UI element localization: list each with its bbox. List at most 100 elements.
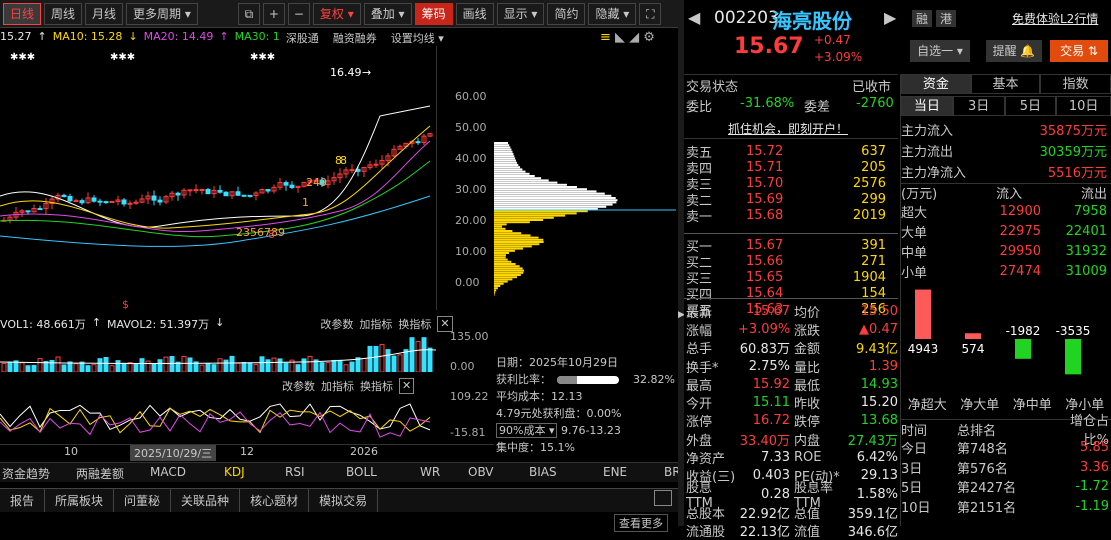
indicator-tab-0[interactable]: 资金趋势	[2, 465, 50, 482]
period-3d[interactable]: 3日	[952, 96, 1005, 116]
chip-bar	[494, 148, 512, 151]
net-flow-value: 4943	[908, 342, 939, 356]
bottom-tab-0[interactable]: 报告	[0, 489, 46, 512]
chip-bar	[494, 243, 540, 246]
vol-add-indicator[interactable]: 加指标	[359, 316, 392, 332]
kdj-add-indicator[interactable]: 加指标	[321, 378, 354, 394]
indicator-tab-9[interactable]: ENE	[603, 465, 627, 479]
quote-table: 最新 15.67 均价 15.50 涨幅 +3.09% 涨跌 ▲0.47 总手 60.83万 金额 9…	[686, 302, 898, 540]
indicator-tab-5[interactable]: BOLL	[346, 465, 377, 479]
zoom-out-icon[interactable]: −	[287, 2, 310, 25]
volume-bar	[409, 337, 415, 372]
hide-dropdown[interactable]: 隐藏 ▾	[588, 2, 637, 25]
link-set-ma[interactable]: 设置均线 ▾	[391, 30, 444, 46]
chips-button[interactable]: 筹码	[414, 2, 453, 25]
bottom-tab-4[interactable]: 核心题材	[240, 489, 310, 512]
candle	[103, 201, 109, 204]
chip-bar	[494, 278, 513, 281]
period-weekly[interactable]: 周线	[44, 2, 83, 25]
chart-tools-icons[interactable]: ≡ ◣ ◢ ⚙	[600, 30, 655, 45]
simple-button[interactable]: 简约	[547, 2, 586, 25]
kline-chart[interactable]: ✱✱✱ ✱✱✱ ✱✱✱ 16.49 → $ 88249123567898	[0, 46, 436, 310]
fullscreen-icon[interactable]: ⛶	[639, 2, 662, 25]
tab-index[interactable]: 指数	[1040, 74, 1111, 94]
cost-select[interactable]: 90%成本 ▾	[496, 423, 558, 438]
close-icon[interactable]: ✕	[399, 378, 415, 394]
kdj-switch-indicator[interactable]: 换指标	[360, 378, 393, 394]
volume-bar	[385, 349, 391, 372]
zoom-in-icon[interactable]: +	[262, 2, 285, 25]
volume-bar	[103, 356, 109, 372]
volume-bar	[379, 344, 385, 372]
tab-fund[interactable]: 资金	[901, 74, 971, 94]
period-10d[interactable]: 10日	[1056, 96, 1111, 116]
chip-bar	[494, 265, 520, 268]
weicha-value: -2760	[856, 96, 894, 111]
chip-bar	[494, 150, 513, 153]
indicator-tab-2[interactable]: MACD	[150, 465, 186, 479]
overlay-dropdown[interactable]: 叠加 ▾	[363, 2, 412, 25]
cost-range: 9.76-13.23	[560, 424, 621, 437]
volume-bar	[415, 340, 421, 372]
chip-date: 日期：2025年10月29日	[496, 356, 618, 369]
indicator-tab-7[interactable]: OBV	[468, 465, 494, 479]
maximize-icon[interactable]	[654, 490, 672, 506]
kdj-chart	[0, 403, 431, 438]
link-margin[interactable]: 融资融券	[333, 30, 377, 46]
bottom-tab-3[interactable]: 关联品种	[171, 489, 241, 512]
candle	[199, 189, 205, 192]
candle	[415, 141, 421, 144]
indicator-tab-1[interactable]: 两融差额	[76, 465, 124, 482]
volume-bar	[25, 365, 31, 372]
period-more-dropdown[interactable]: 更多周期 ▾	[126, 2, 198, 25]
chip-bar	[494, 153, 514, 155]
link-hk-connect[interactable]: 深股通	[286, 30, 319, 46]
copy-icon[interactable]: ⧉	[237, 2, 260, 25]
period-monthly[interactable]: 月线	[85, 2, 124, 25]
price-axis-tick: 60.00	[455, 90, 487, 103]
rank-header: 时间 总排名 增仓占比%	[901, 414, 1109, 448]
open-account-link[interactable]: 抓住机会，即刻开户！	[728, 120, 848, 137]
bottom-tab-5[interactable]: 模拟交易	[309, 489, 379, 512]
chip-bar	[494, 267, 523, 270]
chip-bar	[494, 168, 523, 171]
volume-bar	[97, 358, 103, 372]
date-axis: 10 2025/10/29/三 12 2026	[0, 444, 494, 461]
view-more-link[interactable]: 查看更多	[614, 514, 668, 532]
chip-bar	[494, 252, 510, 254]
next-stock-icon[interactable]: ▶	[884, 8, 896, 27]
vol-switch-indicator[interactable]: 换指标	[398, 316, 431, 332]
volume-bar	[343, 364, 349, 372]
indicator-tab-3[interactable]: KDJ	[224, 465, 245, 479]
period-today[interactable]: 当日	[901, 96, 953, 116]
bottom-tab-2[interactable]: 问董秘	[114, 489, 172, 512]
price-axis-tick: 40.00	[455, 152, 487, 165]
bottom-tabs: 报告 所属板块 问董秘 关联品种 核心题材 模拟交易	[0, 488, 678, 512]
indicator-tab-6[interactable]: WR	[420, 465, 440, 479]
trade-button[interactable]: 交易 ⇅	[1050, 40, 1108, 62]
display-dropdown[interactable]: 显示 ▾	[496, 2, 545, 25]
mavol-value: MAVOL2: 51.397万	[107, 318, 210, 331]
adjust-dropdown[interactable]: 复权 ▾	[312, 2, 361, 25]
watchlist-button[interactable]: 自选一 ▾	[910, 40, 970, 62]
l2-trial-link[interactable]: 免费体验L2行情	[1012, 10, 1098, 27]
indicator-tab-4[interactable]: RSI	[285, 465, 305, 479]
signal-mark: 249	[306, 176, 327, 189]
period-daily[interactable]: 日线	[3, 2, 42, 25]
bottom-tab-1[interactable]: 所属板块	[45, 489, 115, 512]
indicator-tab-8[interactable]: BIAS	[529, 465, 557, 479]
concentration: 集中度：15.1%	[496, 441, 575, 454]
alert-button[interactable]: 提醒 🔔	[986, 40, 1042, 62]
prev-stock-icon[interactable]: ◀	[688, 8, 700, 27]
tab-basic[interactable]: 基本	[970, 74, 1041, 94]
chip-bar	[494, 223, 507, 226]
volume-bar	[253, 363, 259, 372]
kdj-edit-param[interactable]: 改参数	[282, 378, 315, 394]
candle	[283, 182, 289, 186]
period-5d[interactable]: 5日	[1004, 96, 1057, 116]
draw-line-button[interactable]: 画线	[455, 2, 494, 25]
candle	[217, 189, 223, 193]
profit-ratio-value: 32.82%	[633, 373, 675, 386]
kdj-line	[0, 407, 431, 434]
vol-edit-param[interactable]: 改参数	[320, 316, 353, 332]
